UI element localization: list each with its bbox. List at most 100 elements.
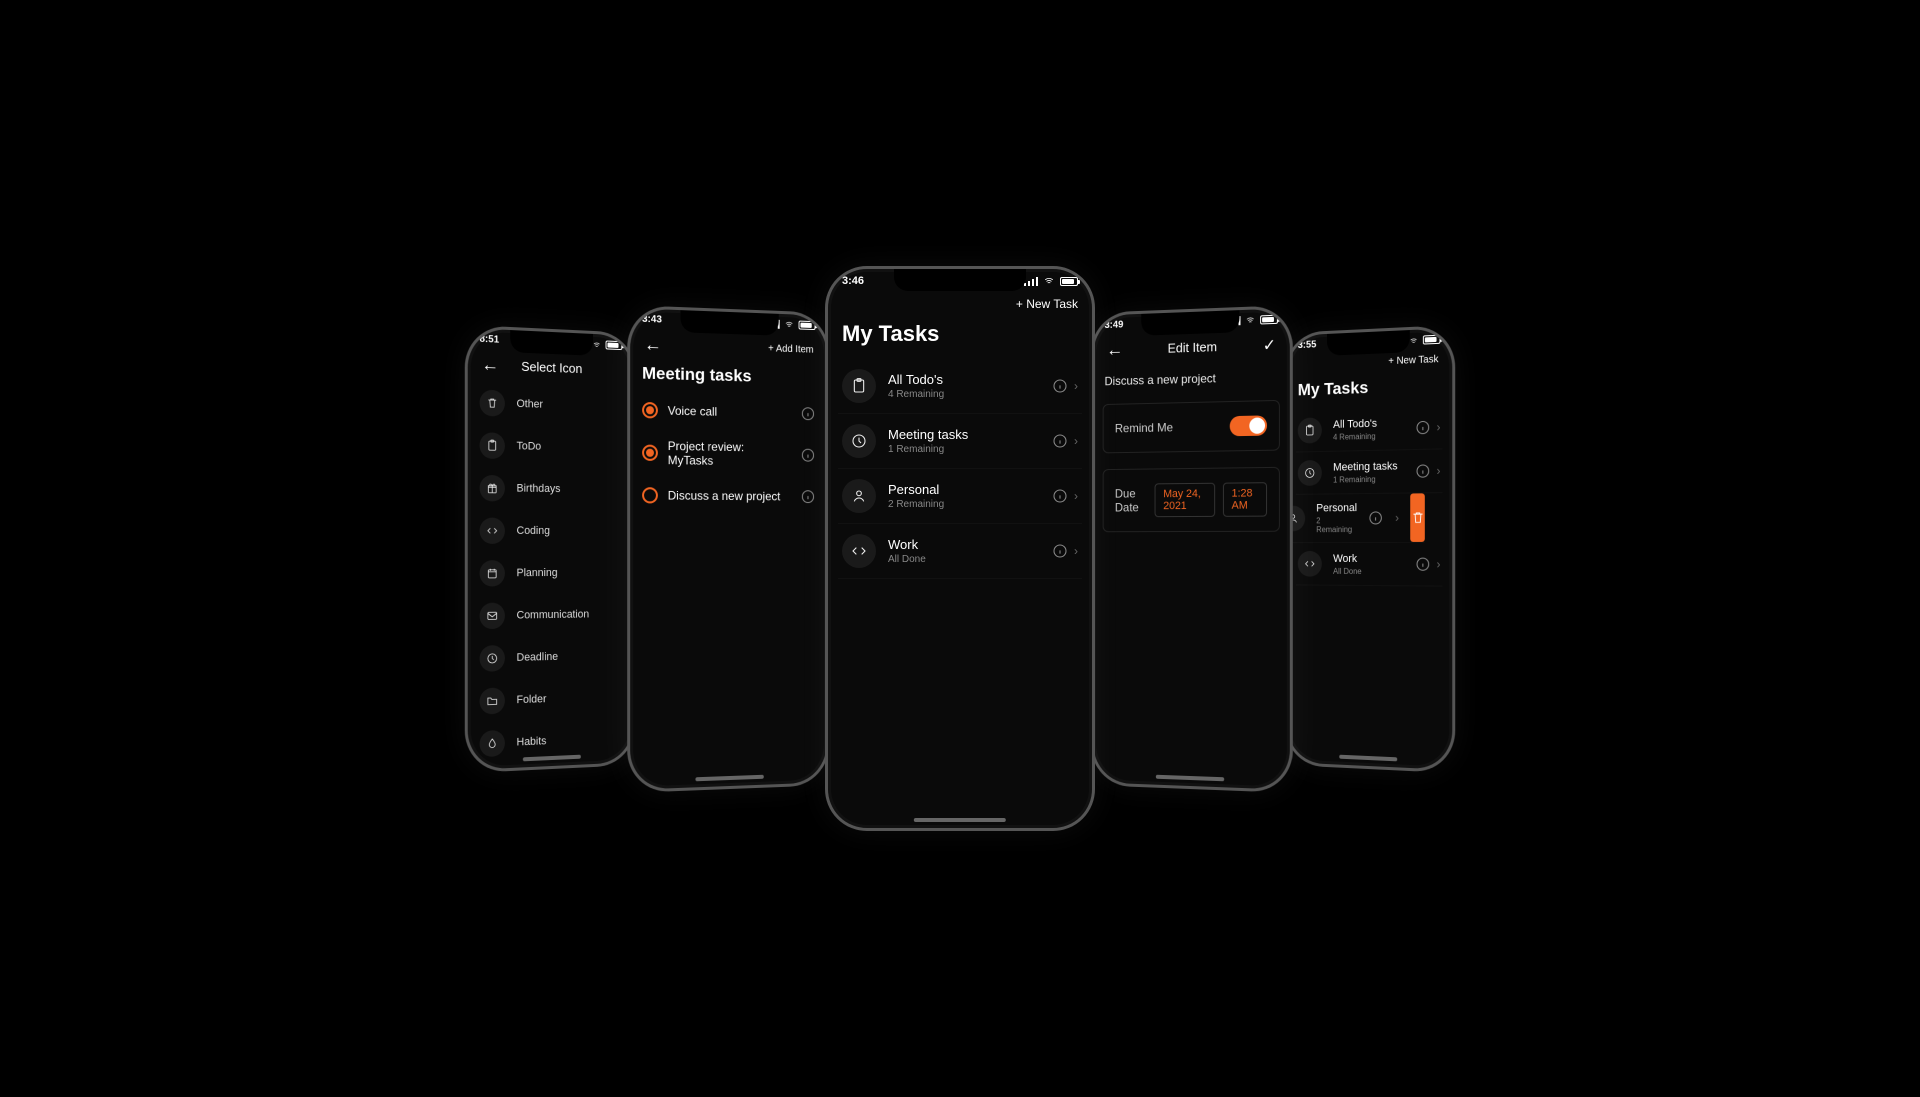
task-row[interactable]: Discuss a new project (642, 476, 815, 513)
category-title: Work (1333, 552, 1403, 564)
icon-option-row[interactable]: Coding (478, 509, 624, 552)
due-date-chip[interactable]: May 24, 2021 (1155, 482, 1215, 516)
confirm-button[interactable]: ✓ (1263, 334, 1276, 355)
home-indicator (914, 818, 1006, 822)
icon-option-row[interactable]: Other (478, 381, 624, 428)
nav-title: Edit Item (1123, 337, 1262, 357)
info-icon[interactable] (1052, 433, 1068, 449)
icon-option-label: Other (517, 397, 543, 410)
due-time-chip[interactable]: 1:28 AM (1223, 482, 1267, 517)
info-icon[interactable] (800, 447, 815, 463)
info-icon[interactable] (800, 405, 815, 421)
category-title: All Todo's (888, 372, 1040, 387)
clock-icon (842, 424, 876, 458)
battery-icon (1423, 334, 1441, 344)
signal-icon (1024, 277, 1038, 286)
status-time: 8:51 (480, 333, 500, 345)
new-task-button[interactable]: + New Task (1016, 297, 1078, 311)
drop-icon (480, 729, 505, 756)
task-radio[interactable] (642, 444, 658, 460)
category-title: All Todo's (1333, 416, 1403, 430)
category-subtitle: 1 Remaining (1333, 473, 1403, 483)
due-date-row: Due Date May 24, 2021 1:28 AM (1103, 466, 1280, 531)
status-time: 3:49 (1105, 319, 1124, 331)
info-icon[interactable] (800, 488, 815, 504)
info-icon[interactable] (1052, 543, 1068, 559)
info-icon[interactable] (1415, 419, 1431, 436)
folder-icon (480, 687, 505, 714)
due-date-label: Due Date (1115, 486, 1147, 514)
wifi-icon (1042, 276, 1056, 286)
category-subtitle: 2 Remaining (888, 499, 1040, 510)
code-icon (842, 534, 876, 568)
mail-icon (480, 602, 505, 629)
chevron-right-icon: › (1074, 489, 1078, 503)
category-subtitle: All Done (888, 554, 1040, 565)
clock-icon (480, 644, 505, 671)
battery-icon (1260, 314, 1278, 324)
status-time: 3:55 (1298, 339, 1317, 351)
phone-select-icon: 8:51 ← Select Icon Other ToDo Birthdays (465, 324, 636, 772)
info-icon[interactable] (1052, 488, 1068, 504)
task-row[interactable]: Project review: MyTasks (642, 428, 815, 479)
category-subtitle: 2 Remaining (1316, 516, 1357, 534)
page-title: My Tasks (1287, 370, 1453, 410)
category-subtitle: 4 Remaining (888, 389, 1040, 400)
info-icon[interactable] (1415, 462, 1431, 478)
icon-option-row[interactable]: Communication (478, 593, 624, 637)
icon-option-label: Folder (517, 693, 547, 706)
home-indicator (1339, 754, 1397, 761)
phone-edit-item: 3:49 ← Edit Item ✓ Discuss a new project… (1091, 305, 1293, 793)
chevron-right-icon: › (1395, 510, 1399, 524)
icon-option-row[interactable]: Planning (478, 551, 624, 594)
category-title: Meeting tasks (888, 427, 1040, 442)
category-row[interactable]: All Todo's 4 Remaining › (838, 359, 1082, 414)
add-item-button[interactable]: + Add Item (768, 343, 813, 355)
wifi-icon (592, 340, 602, 348)
task-label: Voice call (668, 403, 717, 418)
category-subtitle: All Done (1333, 566, 1403, 575)
category-row[interactable]: All Todo's 4 Remaining › (1296, 405, 1442, 452)
info-icon[interactable] (1368, 509, 1383, 525)
category-row[interactable]: Meeting tasks 1 Remaining › (1296, 449, 1442, 494)
icon-option-row[interactable]: Birthdays (478, 466, 624, 510)
task-row[interactable]: Voice call (642, 391, 815, 431)
icon-option-label: Planning (517, 566, 558, 578)
status-time: 3:43 (642, 313, 662, 325)
item-name-field[interactable]: Discuss a new project (1093, 361, 1290, 396)
info-icon[interactable] (1415, 556, 1431, 572)
task-radio[interactable] (642, 401, 658, 418)
back-button[interactable]: ← (644, 334, 662, 356)
page-title: Meeting tasks (630, 363, 827, 396)
wifi-icon (1244, 315, 1256, 325)
notch (1141, 310, 1239, 336)
icon-option-label: Birthdays (517, 482, 561, 495)
category-row[interactable]: Meeting tasks 1 Remaining › (838, 414, 1082, 469)
inbox-icon (480, 772, 505, 773)
back-button[interactable]: ← (1106, 339, 1123, 360)
remind-me-toggle[interactable] (1230, 415, 1267, 436)
wifi-icon (1408, 336, 1419, 345)
delete-button[interactable] (1411, 493, 1425, 542)
category-row[interactable]: Personal 2 Remaining › (1284, 493, 1425, 543)
home-indicator (1156, 774, 1225, 781)
icon-option-label: Coding (517, 524, 550, 536)
new-task-button[interactable]: + New Task (1388, 354, 1438, 367)
status-time: 3:46 (842, 275, 864, 287)
category-row[interactable]: Work All Done › (838, 524, 1082, 579)
icon-option-row[interactable]: ToDo (478, 423, 624, 468)
phone-my-tasks-swipe: 3:55 + New Task My Tasks All Todo's 4 Re… (1284, 324, 1455, 772)
icon-option-row[interactable]: Deadline (478, 634, 624, 679)
category-subtitle: 4 Remaining (1333, 430, 1403, 441)
category-title: Personal (1316, 502, 1357, 514)
notch (510, 330, 593, 356)
info-icon[interactable] (1052, 378, 1068, 394)
home-indicator (695, 774, 764, 781)
back-button[interactable]: ← (482, 354, 500, 376)
category-row[interactable]: Work All Done › (1296, 542, 1442, 586)
chevron-right-icon: › (1437, 557, 1441, 571)
icon-option-row[interactable]: Folder (478, 675, 624, 722)
nav-title: Select Icon (499, 357, 604, 376)
category-row[interactable]: Personal 2 Remaining › (838, 469, 1082, 524)
task-radio[interactable] (642, 487, 658, 503)
